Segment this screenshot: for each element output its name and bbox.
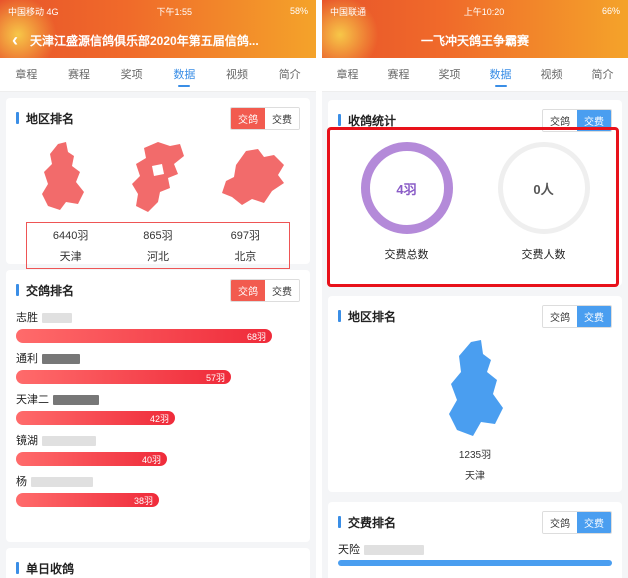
tab-video[interactable]: 视频: [211, 58, 264, 92]
title-accent: [338, 310, 341, 322]
tab-rules[interactable]: 章程: [0, 58, 53, 92]
pigeon-rank-card: 交鸽排名 交鸽 交费 志胜 68羽通利 57羽天津二 42羽镜湖 40羽杨 38羽: [6, 270, 310, 542]
tab-data[interactable]: 数据: [158, 58, 211, 92]
tab-schedule[interactable]: 赛程: [373, 58, 424, 92]
tab-prizes[interactable]: 奖项: [424, 58, 475, 92]
fee-rank-card: 交费排名 交鸽 交费 天险: [328, 502, 622, 578]
daily-card: 单日收鸽: [6, 548, 310, 578]
tab-rules[interactable]: 章程: [322, 58, 373, 92]
rank-value: 40羽: [141, 455, 161, 465]
card-title: 地区排名: [26, 111, 75, 126]
status-bar: 中国移动 4G 下午1:55 58%: [0, 0, 316, 22]
rank-value: 42羽: [149, 414, 169, 424]
segment-toggle: 交鸽 交费: [230, 278, 300, 302]
table-row: 镜湖 40羽: [16, 433, 300, 466]
region-rank-card: 地区排名 交鸽 交费 6440羽 天津 865羽 河北 697羽 北京: [6, 98, 310, 269]
clock: 下午1:55: [156, 6, 193, 17]
rank-bar: 38羽: [16, 493, 159, 507]
title-accent: [338, 516, 341, 528]
title-accent: [338, 114, 341, 126]
list-item: 天险: [338, 542, 612, 558]
table-row: 天津二 42羽: [16, 392, 300, 425]
back-icon[interactable]: ‹: [0, 30, 30, 51]
segment-toggle: 交鸽 交费: [230, 106, 300, 130]
tab-intro[interactable]: 简介: [263, 58, 316, 92]
rank-bar: 68羽: [16, 329, 272, 343]
rank-value: 68羽: [246, 332, 266, 342]
card-title: 单日收鸽: [26, 561, 75, 576]
region-rank-card: 地区排名 交鸽 交费 1235羽 天津: [328, 296, 622, 492]
rank-name: 杨: [16, 474, 300, 490]
seg-fee[interactable]: 交费: [577, 305, 611, 327]
seg-fee[interactable]: 交费: [265, 279, 299, 301]
seg-pigeon[interactable]: 交鸽: [543, 305, 577, 327]
tab-prizes[interactable]: 奖项: [105, 58, 158, 92]
seg-fee[interactable]: 交费: [265, 107, 299, 129]
table-row: 通利 57羽: [16, 351, 300, 384]
seg-fee[interactable]: 交费: [577, 511, 611, 533]
battery: 58%: [289, 6, 308, 16]
table-row: 志胜 68羽: [16, 310, 300, 343]
seg-pigeon[interactable]: 交鸽: [231, 107, 265, 129]
region-stats: 6440羽 天津 865羽 河北 697羽 北京: [26, 222, 290, 269]
rank-bar: 40羽: [16, 452, 167, 466]
status-bar: 中国联通 上午10:20 66%: [322, 0, 628, 22]
beijing-map: [208, 138, 298, 216]
region-count: 1235羽: [458, 450, 492, 461]
carrier: 中国联通: [330, 6, 367, 17]
tab-schedule[interactable]: 赛程: [53, 58, 106, 92]
tianjin-map: [18, 138, 108, 216]
rank-value: 57羽: [205, 373, 225, 383]
card-title: 交鸽排名: [26, 283, 75, 298]
rank-bar: 42羽: [16, 411, 175, 425]
hebei-map: [113, 138, 203, 216]
rank-name: 天津二: [16, 392, 300, 408]
rank-name: 镜湖: [16, 433, 300, 449]
page-title: 一飞冲天鸽王争霸赛: [420, 33, 529, 48]
segment-toggle: 交鸽 交费: [542, 304, 612, 328]
region-hebei: 865羽 河北: [143, 230, 173, 263]
title-bar: 一飞冲天鸽王争霸赛: [322, 22, 628, 58]
region-tianjin: 6440羽 天津: [52, 230, 89, 263]
seg-pigeon[interactable]: 交鸽: [543, 511, 577, 533]
title-accent: [16, 284, 19, 296]
page-title: 天津江盛源信鸽俱乐部2020年第五届信鸽...: [30, 33, 259, 48]
card-title: 地区排名: [348, 309, 397, 324]
battery: 66%: [601, 6, 620, 16]
tab-bar: 章程 赛程 奖项 数据 视频 简介: [322, 58, 628, 92]
title-accent: [16, 112, 19, 124]
tianjin-map: [338, 340, 612, 440]
card-title: 收鸽统计: [348, 113, 397, 128]
carrier: 中国移动 4G: [8, 6, 59, 17]
title-accent: [16, 562, 19, 574]
rank-name: 志胜: [16, 310, 300, 326]
seg-pigeon[interactable]: 交鸽: [231, 279, 265, 301]
region-name: 天津: [465, 471, 485, 482]
left-screenshot: 中国移动 4G 下午1:55 58% ‹ 天津江盛源信鸽俱乐部2020年第五届信…: [0, 0, 316, 578]
rank-name: 通利: [16, 351, 300, 367]
right-screenshot: 中国联通 上午10:20 66% 一飞冲天鸽王争霸赛 章程 赛程 奖项 数据 视…: [322, 0, 628, 578]
table-row: 杨 38羽: [16, 474, 300, 507]
rank-list: 志胜 68羽通利 57羽天津二 42羽镜湖 40羽杨 38羽: [16, 310, 300, 507]
title-bar: ‹ 天津江盛源信鸽俱乐部2020年第五届信鸽...: [0, 22, 316, 58]
tab-bar: 章程 赛程 奖项 数据 视频 简介: [0, 58, 316, 92]
highlight-box: [327, 127, 619, 287]
tab-video[interactable]: 视频: [526, 58, 577, 92]
fee-bar: [338, 560, 612, 566]
clock: 上午10:20: [463, 6, 505, 17]
rank-value: 38羽: [133, 496, 153, 506]
region-beijing: 697羽 北京: [230, 230, 260, 263]
segment-toggle: 交鸽 交费: [542, 510, 612, 534]
rank-bar: 57羽: [16, 370, 231, 384]
tab-data[interactable]: 数据: [475, 58, 526, 92]
tab-intro[interactable]: 简介: [577, 58, 628, 92]
card-title: 交费排名: [348, 515, 397, 530]
